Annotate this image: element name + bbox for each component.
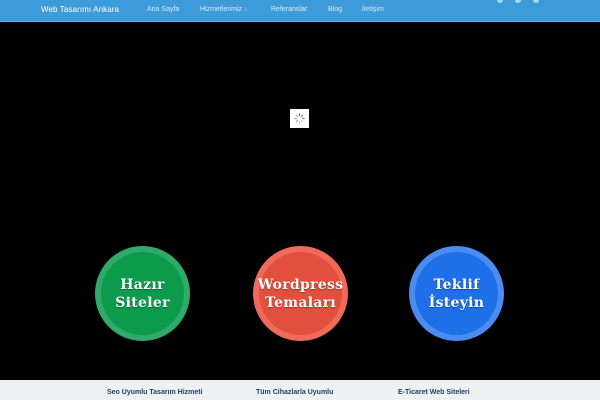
circle-label-line1: Teklif [433,276,480,293]
circle-label-line1: Wordpress [257,276,344,293]
nav-item-contact[interactable]: İletişim [362,6,384,13]
social-icon[interactable] [497,0,503,3]
feature-responsive: Tüm Cihazlarla Uyumlu [256,389,334,396]
social-icon[interactable] [533,0,539,3]
feature-seo: Seo Uyumlu Tasarım Hizmeti [107,389,203,396]
circle-label-line2: İsteyin [428,294,485,311]
circle-label-line1: Hazır [120,276,165,293]
circle-label: Wordpress Temaları [256,276,346,312]
nav-item-services[interactable]: Hizmetlerimiz ↓ [200,6,247,13]
nav-item-home[interactable]: Ana Sayfa [147,6,179,13]
circle-label-line2: Siteler [115,294,170,311]
nav-item-blog[interactable]: Blog [328,6,342,13]
nav-item-references[interactable]: Referanslar [271,6,307,13]
circle-label-line2: Temaları [264,294,337,311]
social-icon[interactable] [515,0,521,3]
feature-ecommerce: E-Ticaret Web Siteleri [398,389,470,396]
site-brand[interactable]: Web Tasarımı Ankara [41,5,119,14]
wordpress-themes-button[interactable]: Wordpress Temaları [253,246,348,341]
ready-sites-button[interactable]: Hazır Siteler [95,246,190,341]
circle-label: Hazır Siteler [98,276,188,312]
circle-label: Teklif İsteyin [412,276,502,312]
top-navbar: Web Tasarımı Ankara Ana Sayfa Hizmetleri… [0,0,600,22]
request-quote-button[interactable]: Teklif İsteyin [409,246,504,341]
loading-spinner-icon [290,109,309,128]
